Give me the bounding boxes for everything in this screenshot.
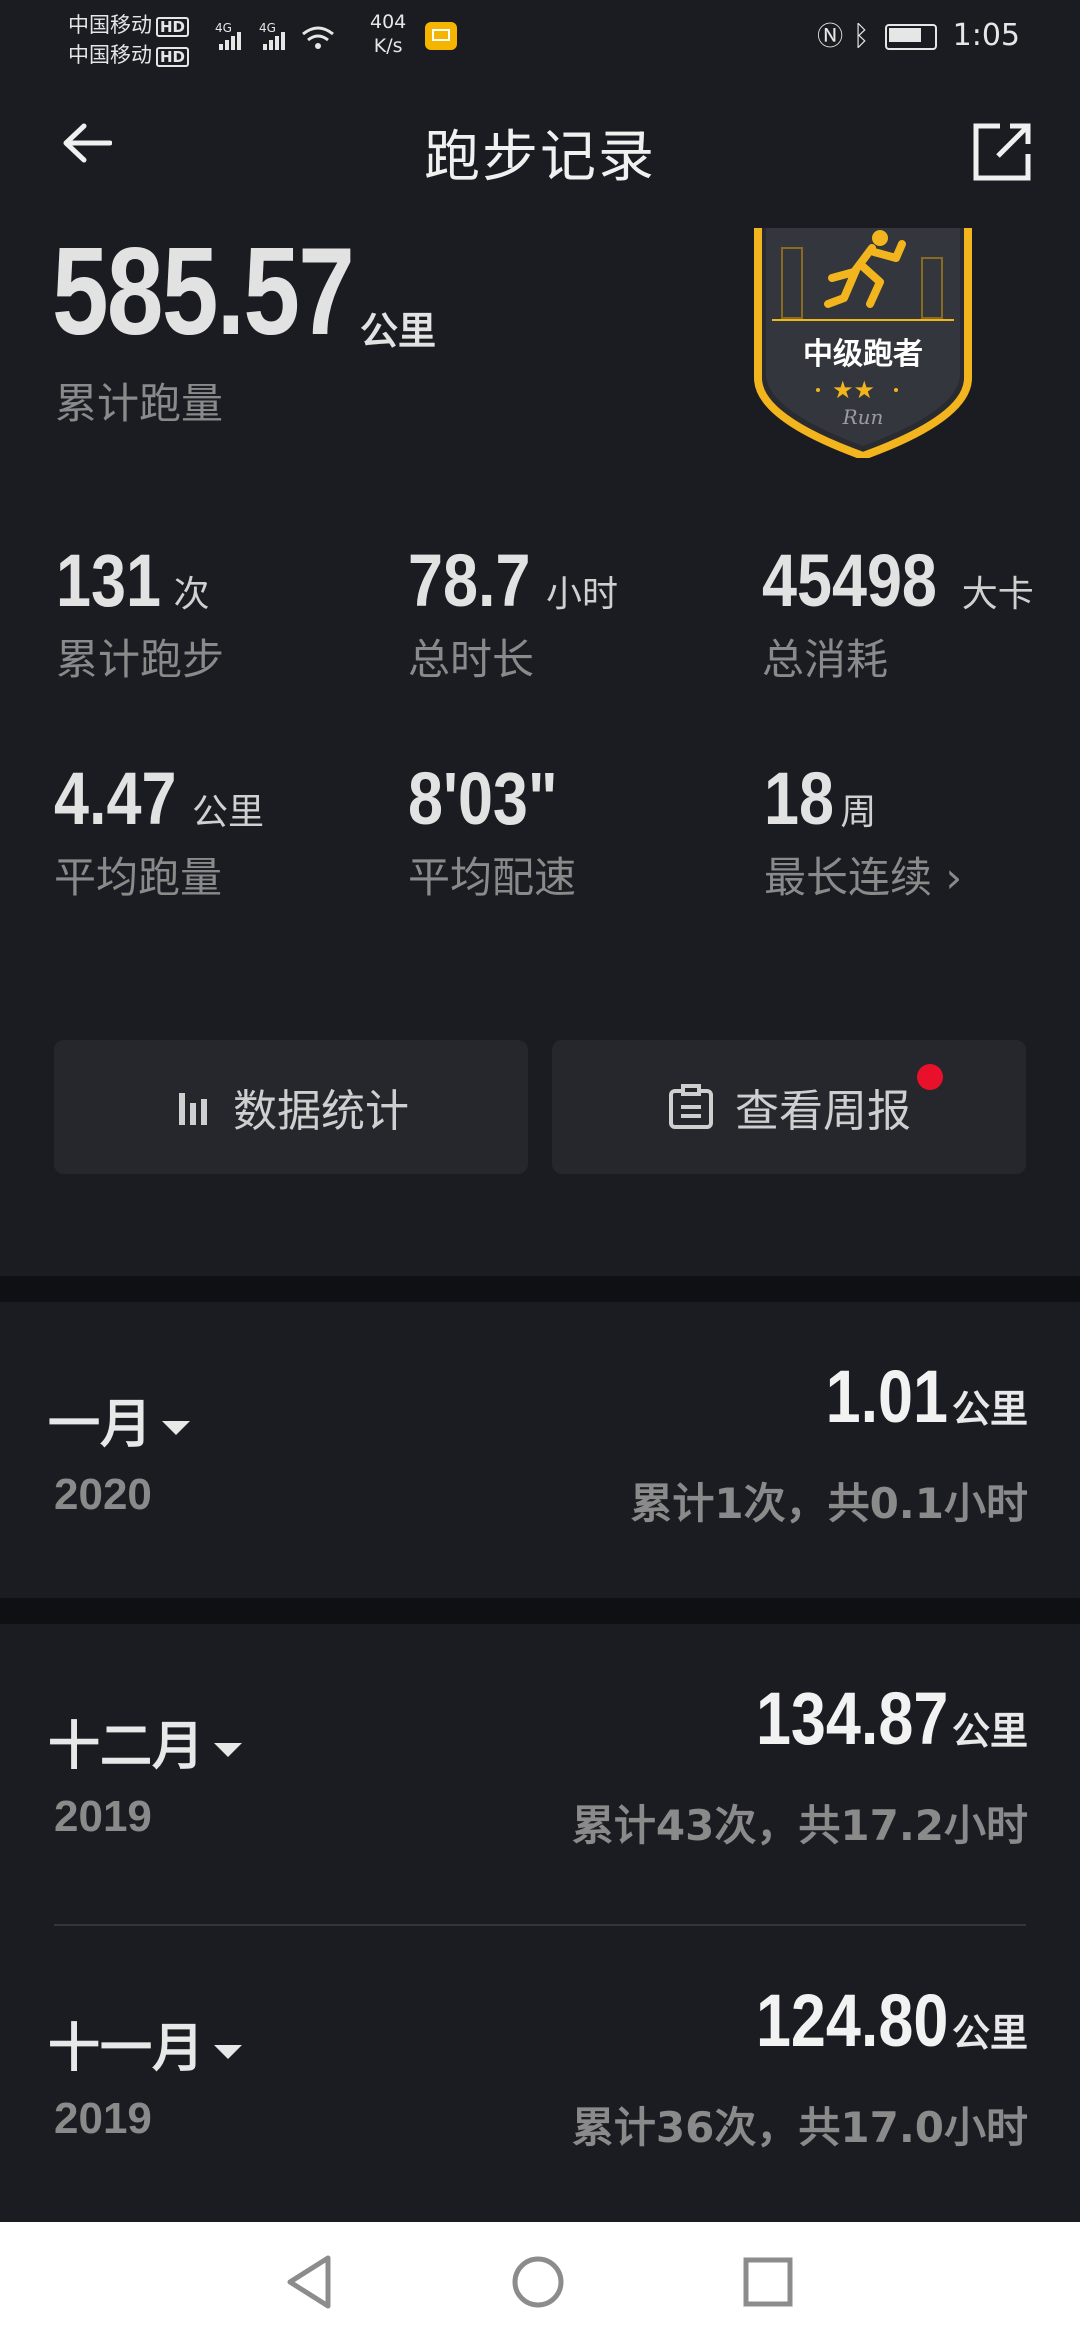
net-speed: 404 K/s: [370, 10, 406, 58]
stat-label: 最长连续: [764, 853, 933, 902]
badge-stars: ★★: [832, 376, 875, 404]
mail-notification-icon: [425, 22, 457, 50]
month-distance: 124.80 公里: [722, 1978, 1028, 2063]
month-name[interactable]: 十一月: [48, 2006, 243, 2081]
total-distance: 585.57: [52, 223, 355, 361]
stat-value: 131: [56, 539, 161, 622]
net-type-2: 4G: [259, 21, 276, 35]
stat-calories: 45498 大卡 总消耗: [762, 544, 1034, 687]
battery-icon: [885, 23, 938, 50]
stat-unit: 次: [173, 574, 210, 615]
speed-value: 404: [370, 11, 407, 33]
month-summary: 累计36次，共17.0小时: [571, 2103, 1028, 2152]
stat-label: 累计跑步: [56, 635, 225, 684]
nfc-icon: Ⓝ: [817, 22, 844, 52]
signal-wifi-icon: 4G 4G: [215, 21, 334, 50]
stat-value: 45498: [762, 539, 937, 622]
month-year: 2020: [54, 1470, 152, 1519]
month-row-dec-2019[interactable]: 十二月 2019 134.87 公里 累计43次，共17.2小时: [0, 1624, 1080, 1924]
month-row-jan-2020[interactable]: 一月 2020 1.01 公里 累计1次，共0.1小时: [0, 1302, 1080, 1598]
nav-recents-icon[interactable]: [742, 2256, 794, 2308]
month-year: 2019: [54, 2094, 152, 2143]
month-label: 十一月: [48, 2019, 205, 2079]
status-bar: 中国移动 HD 中国移动 HD 4G 4G 404 K/s Ⓝ ᛒ 1:05: [0, 0, 1080, 76]
stat-unit: 大卡: [961, 574, 1034, 615]
data-statistics-label: 数据统计: [233, 1086, 409, 1137]
stat-value: 18: [764, 757, 834, 840]
system-status: Ⓝ ᛒ 1:05: [817, 16, 1020, 53]
stat-label: 平均配速: [408, 853, 577, 902]
bluetooth-icon: ᛒ: [852, 19, 870, 52]
month-name[interactable]: 一月: [48, 1382, 191, 1457]
month-label: 一月: [48, 1395, 153, 1455]
month-distance: 1.01 公里: [804, 1354, 1028, 1439]
month-summary: 累计43次，共17.2小时: [571, 1801, 1028, 1850]
hd-badge: HD: [156, 17, 190, 37]
month-distance-unit: 公里: [951, 1387, 1028, 1431]
month-distance: 134.87 公里: [722, 1676, 1028, 1761]
badge-sub: Run: [842, 405, 884, 429]
stat-value: 4.47: [54, 757, 177, 840]
speed-unit: K/s: [373, 35, 403, 57]
hd-badge-2: HD: [156, 47, 190, 67]
nav-back-icon[interactable]: [282, 2252, 338, 2312]
month-distance-value: 1.01: [825, 1355, 948, 1438]
system-navigation-bar: [0, 2222, 1080, 2340]
stat-run-count: 131 次 累计跑步: [56, 544, 224, 687]
dropdown-arrow-icon: [214, 2045, 243, 2059]
stat-label: 平均跑量: [54, 853, 223, 902]
stat-value: 8'03": [408, 757, 558, 840]
stat-longest-streak[interactable]: 18 周 最长连续 ›: [764, 762, 962, 905]
stat-label: 总消耗: [762, 635, 889, 684]
section-divider: [0, 1276, 1080, 1302]
month-row-nov-2019[interactable]: 十一月 2019 124.80 公里 累计36次，共17.0小时: [0, 1926, 1080, 2222]
month-label: 十二月: [48, 1717, 205, 1777]
stat-unit: 小时: [546, 574, 619, 615]
total-distance-unit: 公里: [360, 309, 437, 353]
nav-home-icon[interactable]: [510, 2254, 566, 2310]
month-summary: 累计1次，共0.1小时: [630, 1479, 1028, 1528]
carrier-1: 中国移动: [68, 13, 152, 37]
month-distance-value: 124.80: [755, 1979, 948, 2062]
stat-unit: 公里: [192, 792, 265, 833]
total-distance-label: 累计跑量: [55, 379, 224, 428]
notification-dot: [917, 1064, 943, 1090]
stat-avg-distance: 4.47 公里 平均跑量: [54, 762, 264, 905]
stat-total-time: 78.7 小时 总时长: [408, 544, 618, 687]
chevron-right-icon: ›: [945, 853, 963, 902]
data-statistics-button[interactable]: 数据统计: [54, 1040, 528, 1174]
dropdown-arrow-icon: [162, 1421, 191, 1435]
section-divider: [0, 1598, 1080, 1624]
page-title: 跑步记录: [424, 125, 656, 190]
share-icon[interactable]: [970, 120, 1034, 184]
dropdown-arrow-icon: [214, 1743, 243, 1757]
stat-avg-pace: 8'03" 平均配速: [408, 762, 578, 905]
month-distance-unit: 公里: [951, 2011, 1028, 2055]
month-name[interactable]: 十二月: [48, 1704, 243, 1779]
month-distance-value: 134.87: [755, 1677, 948, 1760]
bar-chart-icon: [179, 1093, 207, 1125]
net-type-1: 4G: [215, 21, 232, 35]
stat-unit: 周: [840, 792, 877, 833]
month-distance-unit: 公里: [951, 1709, 1028, 1753]
weekly-report-button[interactable]: 查看周报: [552, 1040, 1026, 1174]
weekly-report-label: 查看周报: [735, 1086, 911, 1137]
stat-label: 总时长: [408, 635, 535, 684]
clock: 1:05: [952, 18, 1020, 53]
month-year: 2019: [54, 1792, 152, 1841]
clipboard-icon: [669, 1084, 713, 1129]
badge-title: 中级跑者: [803, 337, 923, 372]
carrier-2: 中国移动: [68, 43, 152, 67]
carrier-info: 中国移动 HD 中国移动 HD: [68, 10, 190, 70]
stat-value: 78.7: [408, 539, 531, 622]
runner-level-badge[interactable]: 中级跑者 ★★ Run: [752, 228, 974, 458]
